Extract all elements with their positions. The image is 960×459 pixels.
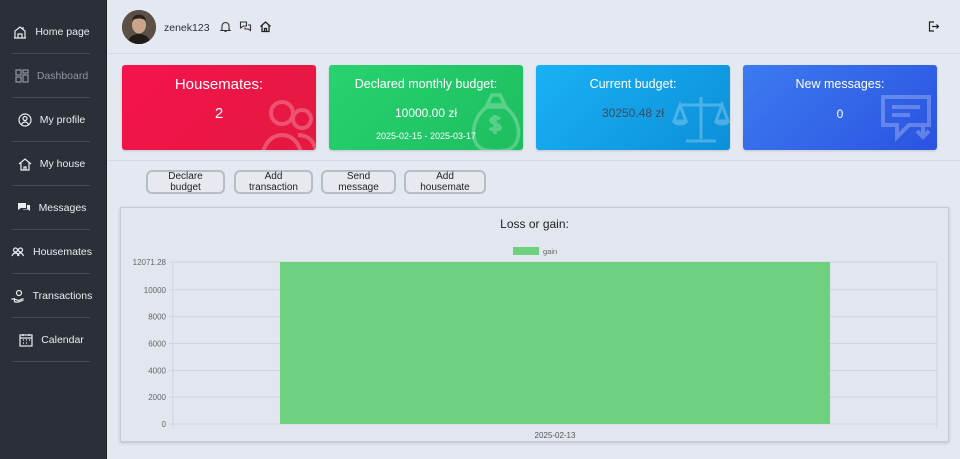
home-icon[interactable]: [259, 20, 272, 33]
sidebar-item-label: Home page: [35, 26, 90, 38]
card-title: Housemates:: [174, 76, 264, 93]
housemates-card: Housemates: 2: [122, 65, 316, 150]
sidebar-item-label: My house: [39, 158, 86, 170]
sidebar-item-label: Calendar: [41, 334, 84, 346]
sidebar-item-label: My profile: [39, 114, 86, 126]
chat-icon: [16, 200, 32, 216]
card-value: 10000.00 zł: [394, 106, 458, 120]
y-tick-label: 8000: [148, 313, 166, 322]
sidebar-item-label: Dashboard: [36, 70, 89, 82]
legend-label: gain: [543, 247, 557, 256]
sidebar-item-home[interactable]: Home page: [12, 10, 90, 54]
avatar[interactable]: [122, 10, 156, 44]
sidebar-item-messages[interactable]: Messages: [12, 186, 90, 230]
sidebar-item-label: Transactions: [32, 290, 93, 302]
divider: [108, 160, 960, 161]
y-tick-label: 10000: [144, 286, 167, 295]
legend-swatch: [513, 247, 539, 255]
people-icon: [261, 100, 316, 150]
x-tick-label: 2025-02-13: [535, 431, 576, 440]
y-tick-label: 4000: [148, 366, 166, 375]
y-tick-label: 6000: [148, 339, 166, 348]
sidebar-item-housemates[interactable]: Housemates: [10, 230, 92, 274]
people-icon: [10, 244, 26, 260]
top-bar: zenek123: [108, 0, 960, 54]
y-tick-label: 12071.28: [133, 258, 167, 267]
card-title: Current budget:: [589, 77, 677, 91]
declare-budget-button[interactable]: Declare budget: [146, 170, 225, 194]
user-circle-icon: [17, 112, 33, 128]
card-value: 2: [214, 105, 224, 122]
loss-gain-chart-panel: Loss or gain: 0 2000 4000 6000 8000 10000 1207…: [120, 207, 949, 442]
username: zenek123: [164, 22, 210, 34]
house-icon: [17, 156, 33, 172]
sidebar-item-label: Housemates: [33, 246, 92, 258]
money-hand-icon: [10, 288, 26, 304]
send-message-button[interactable]: Send message: [321, 170, 396, 194]
dashboard-icon: [14, 68, 30, 84]
card-title: Declared monthly budget:: [354, 77, 498, 91]
money-bag-icon: [471, 93, 521, 150]
home-icon: [12, 24, 28, 40]
bell-icon[interactable]: [219, 20, 232, 33]
card-value: 30250.48 zł: [601, 106, 665, 120]
logout-icon[interactable]: [927, 20, 940, 33]
sidebar-item-calendar[interactable]: Calendar: [12, 318, 90, 362]
y-tick-label: 2000: [148, 393, 166, 402]
budget-date-range: 2025-02-15 - 2025-03-17: [375, 131, 477, 141]
sidebar-item-my-profile[interactable]: My profile: [12, 98, 90, 142]
declared-budget-card: Declared monthly budget: 10000.00 zł 202…: [329, 65, 523, 150]
current-budget-card: Current budget: 30250.48 zł: [536, 65, 730, 150]
sidebar: Home page Dashboard My profile My house …: [0, 0, 107, 459]
card-title: New messages:: [795, 77, 885, 91]
bar: [279, 262, 831, 424]
add-transaction-button[interactable]: Add transaction: [234, 170, 313, 194]
sidebar-item-label: Messages: [38, 202, 87, 214]
sidebar-item-my-house[interactable]: My house: [12, 142, 90, 186]
loss-gain-chart: 0 2000 4000 6000 8000 10000 12071.28 2025-02-13…: [133, 247, 938, 440]
add-housemate-button[interactable]: Add housemate: [404, 170, 486, 194]
sidebar-item-transactions[interactable]: Transactions: [10, 274, 93, 318]
card-value: 0: [836, 107, 844, 121]
sidebar-item-dashboard[interactable]: Dashboard: [12, 54, 90, 98]
new-messages-card: New messages: 0: [743, 65, 937, 150]
y-tick-label: 0: [162, 420, 167, 429]
chat-arrows-icon[interactable]: [239, 20, 252, 33]
calendar-icon: [18, 332, 34, 348]
